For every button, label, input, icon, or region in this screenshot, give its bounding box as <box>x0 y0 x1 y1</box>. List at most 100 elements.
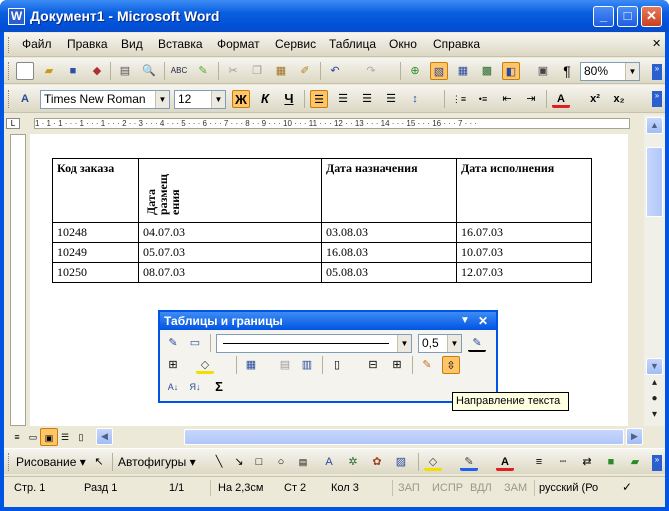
shadow-style-icon[interactable]: ■ <box>602 453 620 471</box>
scroll-thumb[interactable] <box>646 147 663 217</box>
decrease-indent-icon[interactable]: ⇤ <box>498 90 516 108</box>
close-icon[interactable]: ✕ <box>478 312 488 330</box>
sort-ascending-icon[interactable]: A↓ <box>164 378 182 396</box>
status-rec[interactable]: ЗАП <box>398 482 420 494</box>
scroll-right-icon[interactable]: ▶ <box>626 428 643 445</box>
table-autoformat-icon[interactable]: ✎ <box>418 356 436 374</box>
diagram-icon[interactable]: ✲ <box>344 453 362 471</box>
print-preview-icon[interactable]: 🔍 <box>140 62 158 80</box>
numbering-icon[interactable]: ⋮≡ <box>450 90 468 108</box>
table-cell[interactable]: 12.07.03 <box>456 262 592 283</box>
toolbar-grip[interactable] <box>8 62 11 80</box>
toolbar-grip[interactable] <box>8 37 11 53</box>
draw-table-icon[interactable]: ✎ <box>164 334 182 352</box>
print-icon[interactable]: ▤ <box>116 62 134 80</box>
font-size-select[interactable]: 12 ▼ <box>174 90 226 109</box>
autoshapes-menu-button[interactable]: Автофигуры ▾ <box>118 455 196 469</box>
table-cell[interactable]: 10249 <box>52 242 139 263</box>
chevron-down-icon[interactable]: ▼ <box>447 335 461 352</box>
word-app-icon[interactable]: W <box>8 8 25 25</box>
toolbar-options-icon[interactable]: » <box>652 64 662 80</box>
format-painter-icon[interactable]: ✐ <box>296 62 314 80</box>
clipart-icon[interactable]: ✿ <box>368 453 386 471</box>
wordart-icon[interactable]: A <box>320 453 338 471</box>
increase-indent-icon[interactable]: ⇥ <box>522 90 540 108</box>
copy-icon[interactable]: ❐ <box>248 62 266 80</box>
split-cells-icon[interactable]: ▥ <box>298 356 316 374</box>
permission-icon[interactable]: ◆ <box>88 62 106 80</box>
status-overtype[interactable]: ЗАМ <box>504 482 527 494</box>
menu-window[interactable]: Окно <box>389 37 417 51</box>
close-icon[interactable]: ✕ <box>641 6 662 27</box>
italic-button[interactable]: К <box>256 90 274 108</box>
table-header-cell[interactable]: Дата размещ ения <box>138 158 322 223</box>
justify-icon[interactable]: ☰ <box>382 90 400 108</box>
research-icon[interactable]: ✎ <box>194 62 212 80</box>
chevron-down-icon[interactable]: ▼ <box>397 335 411 352</box>
insert-table-grid-icon[interactable]: ▦ <box>242 356 260 374</box>
tables-toolbar-title[interactable]: Таблицы и границы ▼ ✕ <box>160 312 496 330</box>
spelling-status-icon[interactable]: ✓ <box>616 480 638 496</box>
drawing-menu-button[interactable]: Рисование ▾ <box>16 455 86 469</box>
reading-view-icon[interactable]: ▯ <box>72 428 90 446</box>
borders-icon[interactable]: ⊞ <box>164 356 182 374</box>
maximize-icon[interactable]: □ <box>617 6 638 27</box>
eraser-icon[interactable]: ▭ <box>186 334 204 352</box>
menu-table[interactable]: Таблица <box>329 37 376 51</box>
toolbar-grip[interactable] <box>8 453 11 471</box>
open-folder-icon[interactable]: ▰ <box>40 62 58 80</box>
select-browse-object-icon[interactable]: ● <box>646 393 663 407</box>
font-color-draw-icon[interactable]: A <box>496 453 514 471</box>
rectangle-tool-icon[interactable]: □ <box>250 453 268 471</box>
redo-icon[interactable]: ↷ <box>362 62 380 80</box>
select-objects-icon[interactable]: ↖ <box>90 453 108 471</box>
subscript-button[interactable]: x₂ <box>610 90 628 108</box>
table-cell[interactable]: 05.08.03 <box>321 262 457 283</box>
toolbar-options-icon[interactable]: » <box>652 455 662 471</box>
arrow-style-icon[interactable]: ⇄ <box>578 453 596 471</box>
next-page-icon[interactable]: ▾ <box>646 409 663 423</box>
tab-selector-icon[interactable]: L <box>6 118 20 129</box>
table-cell[interactable]: 10250 <box>52 262 139 283</box>
undo-icon[interactable]: ↶ <box>326 62 344 80</box>
minimize-icon[interactable]: _ <box>593 6 614 27</box>
align-left-icon[interactable]: ☰ <box>310 90 328 108</box>
font-color-icon[interactable]: A <box>552 90 570 108</box>
distribute-columns-icon[interactable]: ⊞ <box>388 356 406 374</box>
shading-color-icon[interactable]: ◇ <box>196 356 214 374</box>
orders-table[interactable]: Код заказа Дата размещ ения Дата назначе… <box>52 158 592 283</box>
3d-style-icon[interactable]: ▰ <box>626 453 644 471</box>
menu-insert[interactable]: Вставка <box>158 37 203 51</box>
spelling-icon[interactable]: ABC <box>170 62 188 80</box>
table-header-cell[interactable]: Дата назначения <box>321 158 457 223</box>
line-style-select[interactable]: ▼ <box>216 334 412 353</box>
fill-color-icon[interactable]: ◇ <box>424 453 442 471</box>
table-cell[interactable]: 03.08.03 <box>321 222 457 243</box>
table-cell[interactable]: 10248 <box>52 222 139 243</box>
oval-tool-icon[interactable]: ○ <box>272 453 290 471</box>
menu-close-icon[interactable]: ✕ <box>652 37 661 50</box>
align-right-icon[interactable]: ☰ <box>358 90 376 108</box>
scroll-up-icon[interactable]: ▲ <box>646 117 663 134</box>
table-cell[interactable]: 08.07.03 <box>138 262 322 283</box>
merge-cells-icon[interactable]: ▤ <box>276 356 294 374</box>
picture-icon[interactable]: ▨ <box>392 453 410 471</box>
sort-descending-icon[interactable]: Я↓ <box>186 378 204 396</box>
hyperlink-icon[interactable]: ⊕ <box>406 62 424 80</box>
zoom-select[interactable]: 80% ▼ <box>580 62 640 81</box>
new-document-icon[interactable] <box>16 62 34 80</box>
arrow-tool-icon[interactable]: ↘ <box>230 453 248 471</box>
title-bar[interactable]: W Документ1 - Microsoft Word _ □ ✕ <box>0 0 669 32</box>
distribute-rows-icon[interactable]: ⊟ <box>364 356 382 374</box>
bullets-icon[interactable]: •≡ <box>474 90 492 108</box>
status-track[interactable]: ИСПР <box>432 482 463 494</box>
columns-icon[interactable]: ◧ <box>502 62 520 80</box>
paste-icon[interactable]: ▦ <box>272 62 290 80</box>
table-cell[interactable]: 10.07.03 <box>456 242 592 263</box>
line-spacing-icon[interactable]: ↕ <box>406 90 424 108</box>
autosum-icon[interactable]: Σ <box>210 378 228 396</box>
horizontal-scroll-thumb[interactable] <box>184 429 624 445</box>
tables-and-borders-icon[interactable]: ▧ <box>430 62 448 80</box>
ruler-scale[interactable]: 1 · 1 · 1 · · · 1 · · · 1 · · · 2 · · 3 … <box>34 118 630 129</box>
vertical-scrollbar[interactable]: ▲ ▼ ▴ ● ▾ <box>644 115 665 426</box>
